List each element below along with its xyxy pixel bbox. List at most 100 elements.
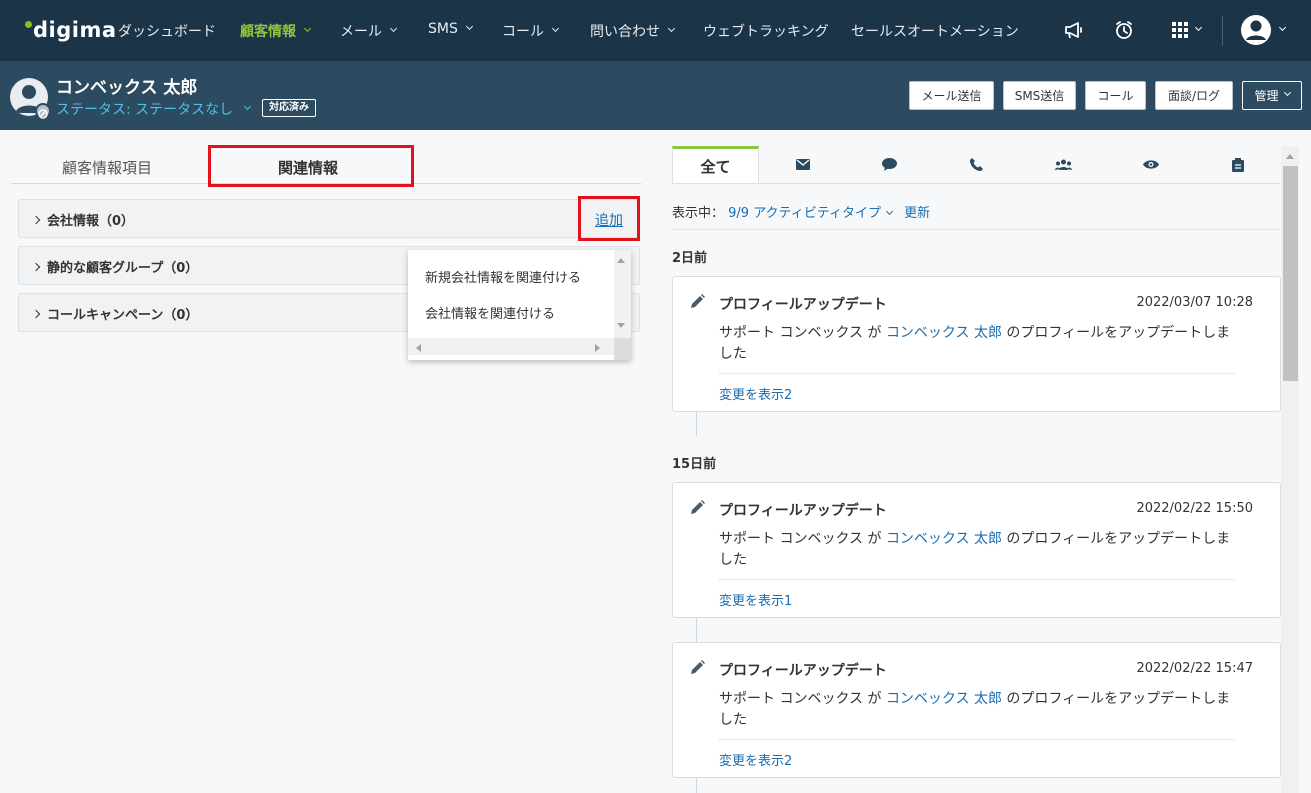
activity-card: プロフィールアップデート 2022/02/22 15:47 サポート コンベック… [672,642,1281,778]
activity-type-dropdown[interactable]: 9/9 アクティビティタイプ [728,206,894,221]
tab-customer-fields[interactable]: 顧客情報項目 [62,157,152,178]
timeline-connector [696,412,697,436]
customer-name: コンベックス 太郎 [56,78,198,98]
activity-description: サポート コンベックス が コンベックス 太郎 のプロフィールをアップデートしま… [719,531,1231,568]
chevron-down-icon [1283,88,1291,97]
user-menu[interactable] [1237,15,1289,45]
scroll-down-arrow-icon[interactable] [617,323,625,328]
activity-timestamp: 2022/02/22 15:47 [1136,661,1253,676]
nav-item-web-tracking[interactable]: ウェブトラッキング [703,21,829,41]
scroll-left-arrow-icon[interactable] [416,344,421,352]
chevron-down-icon [244,102,252,110]
highlight-box-add [578,196,640,241]
chevron-down-icon [1278,23,1287,31]
chevron-right-icon [31,309,41,318]
chevron-down-icon [667,24,676,32]
chevron-down-icon [389,24,398,32]
customer-link[interactable]: コンベックス 太郎 [886,531,1002,547]
timeline-connector [696,778,697,793]
tab-mail[interactable] [759,146,846,183]
dropdown-vertical-scrollbar[interactable] [614,250,631,343]
scroll-up-arrow-icon[interactable] [1286,154,1294,159]
show-changes-link[interactable]: 変更を表示2 [719,750,792,769]
status-badge: 対応済み [262,99,316,117]
show-changes-link[interactable]: 変更を表示2 [719,384,792,403]
call-button[interactable]: コール [1085,81,1146,110]
date-group-header: 2日前 [672,251,708,266]
nav-item-sales-automation[interactable]: セールスオートメーション [851,21,1019,41]
nav-item-sms[interactable]: SMS [428,21,473,37]
filter-divider [672,229,1280,230]
tab-meeting[interactable] [1020,146,1107,183]
megaphone-icon[interactable] [1063,18,1085,42]
activity-description: サポート コンベックス が コンベックス 太郎 のプロフィールをアップデートしま… [719,691,1231,728]
tab-chat[interactable] [846,146,933,183]
activity-description: サポート コンベックス が コンベックス 太郎 のプロフィールをアップデートしま… [719,325,1231,362]
chevron-down-icon [885,207,894,216]
pencil-icon [691,660,705,674]
digima-logo[interactable]: digima [25,18,117,42]
refresh-link[interactable]: 更新 [904,206,930,221]
card-divider [719,579,1235,580]
chevron-down-icon [465,22,473,30]
activity-tab-divider [672,183,1280,184]
send-sms-button[interactable]: SMS送信 [1003,81,1076,110]
menu-item-link-company[interactable]: 会社情報を関連付ける [425,303,555,322]
chevron-down-icon [303,24,312,32]
nav-item-dashboard[interactable]: ダッシュボード [118,21,216,41]
highlight-box-related-tab [208,145,414,187]
pencil-icon [691,294,705,308]
pencil-icon [691,500,705,514]
top-navigation: digima ダッシュボード 顧客情報 メール SMS コール 問い合わせ ウェ… [0,0,1311,61]
scroll-up-arrow-icon[interactable] [617,258,625,263]
activity-card: プロフィールアップデート 2022/02/22 15:50 サポート コンベック… [672,482,1281,618]
tab-view[interactable] [1107,146,1194,183]
blocked-badge-icon [35,103,51,119]
alarm-clock-icon[interactable] [1113,18,1135,42]
activity-timestamp: 2022/02/22 15:50 [1136,501,1253,516]
manage-button[interactable]: 管理 [1242,81,1302,110]
nav-item-call[interactable]: コール [502,21,560,41]
add-dropdown-menu: 新規会社情報を関連付ける 会社情報を関連付ける [408,250,631,360]
activity-timestamp: 2022/03/07 10:28 [1136,295,1253,310]
customer-header: コンベックス 太郎 ステータス: ステータスなし 対応済み メール送信 SMS送… [0,61,1311,130]
dropdown-horizontal-scrollbar[interactable] [408,338,614,355]
scrollbar-thumb[interactable] [1283,166,1298,381]
scrollbar-corner [614,338,631,360]
tab-phone[interactable] [933,146,1020,183]
chevron-right-icon [31,215,41,224]
chevron-right-icon [31,262,41,271]
activity-title: プロフィールアップデート [719,503,887,519]
mail-icon [795,159,810,170]
apps-grid-icon[interactable] [1166,18,1206,42]
card-divider [719,373,1235,374]
activity-title: プロフィールアップデート [719,297,887,313]
meeting-log-button[interactable]: 面談/ログ [1155,81,1233,110]
nav-item-customer-info[interactable]: 顧客情報 [240,21,312,41]
nav-item-inquiry[interactable]: 問い合わせ [590,21,676,41]
tab-task[interactable] [1194,146,1281,183]
clipboard-icon [1231,157,1244,172]
status-dropdown[interactable]: ステータス: ステータスなし [56,99,252,119]
scroll-right-arrow-icon[interactable] [595,344,600,352]
nav-divider [1222,16,1223,46]
activity-title: プロフィールアップデート [719,663,887,679]
card-divider [719,739,1235,740]
chevron-down-icon [551,24,560,32]
activity-card: プロフィールアップデート 2022/03/07 10:28 サポート コンベック… [672,276,1281,412]
phone-icon [970,158,983,171]
customer-link[interactable]: コンベックス 太郎 [886,325,1002,341]
show-changes-link[interactable]: 変更を表示1 [719,590,792,609]
activity-filter: 表示中： 9/9 アクティビティタイプ 更新 [672,206,931,221]
group-icon [1055,159,1072,170]
eye-icon [1142,160,1159,169]
nav-item-mail[interactable]: メール [340,21,398,41]
send-mail-button[interactable]: メール送信 [909,81,994,110]
customer-link[interactable]: コンベックス 太郎 [886,691,1002,707]
timeline-connector [696,618,697,642]
date-group-header: 15日前 [672,457,717,472]
chevron-down-icon [1194,23,1202,31]
accordion-company-info[interactable]: 会社情報（0） [18,199,640,238]
tab-all-activities[interactable]: 全て [672,146,759,183]
menu-item-new-company[interactable]: 新規会社情報を関連付ける [425,267,581,286]
